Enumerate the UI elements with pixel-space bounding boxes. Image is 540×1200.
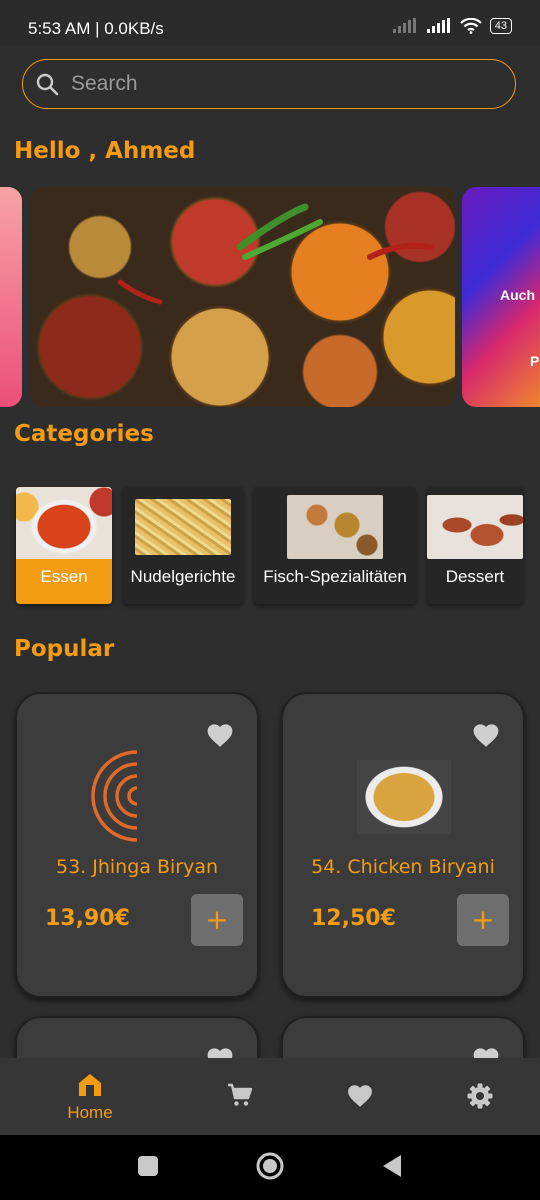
wifi-icon bbox=[459, 18, 482, 34]
heart-icon[interactable] bbox=[205, 722, 235, 748]
signal-icon bbox=[392, 18, 416, 33]
status-icons: 43 bbox=[392, 18, 512, 34]
greeting: Hello , Ahmed bbox=[14, 138, 196, 164]
signal-icon bbox=[426, 18, 450, 33]
nav-favorites[interactable] bbox=[320, 1083, 400, 1112]
status-time: 5:53 AM | 0.0KB/s bbox=[28, 19, 164, 38]
category-image bbox=[427, 495, 523, 559]
product-name: 53. Jhinga Biryan bbox=[55, 856, 219, 878]
category-label: Nudelgerichte bbox=[130, 567, 236, 586]
settings-icon bbox=[467, 1083, 493, 1109]
nav-home[interactable]: Home bbox=[50, 1072, 130, 1123]
system-navigation-bar bbox=[0, 1135, 540, 1200]
heart-icon bbox=[348, 1085, 372, 1107]
home-button-icon[interactable] bbox=[255, 1151, 285, 1181]
chili-icon bbox=[117, 203, 433, 305]
product-card[interactable]: 54. Chicken Biryani 12,50€ + bbox=[281, 692, 525, 998]
banner-slide-previous[interactable] bbox=[0, 187, 22, 407]
bottom-navigation: Home bbox=[0, 1058, 540, 1135]
add-to-cart-button[interactable]: + bbox=[457, 894, 509, 946]
banner-next-text: P bbox=[530, 353, 540, 369]
battery-icon: 43 bbox=[489, 18, 512, 34]
heart-icon[interactable] bbox=[471, 722, 501, 748]
category-image bbox=[287, 495, 383, 559]
banner-next-text: Auch bbox=[500, 287, 535, 303]
categories-title: Categories bbox=[14, 421, 154, 447]
product-price: 13,90€ bbox=[45, 906, 130, 931]
category-label: Essen bbox=[40, 567, 88, 586]
product-name: 54. Chicken Biryani bbox=[311, 856, 495, 878]
product-price: 12,50€ bbox=[311, 906, 396, 931]
loading-spinner-icon bbox=[91, 750, 138, 842]
nav-cart[interactable] bbox=[200, 1082, 280, 1112]
banner-slide-next[interactable]: Auch P bbox=[462, 187, 540, 407]
search-bar[interactable] bbox=[22, 59, 516, 109]
nav-home-label: Home bbox=[67, 1103, 113, 1122]
category-image bbox=[16, 487, 112, 559]
search-icon bbox=[36, 73, 59, 96]
category-nudelgerichte[interactable]: Nudelgerichte bbox=[123, 487, 243, 604]
category-fisch-spezialitaeten[interactable]: Fisch-Spezialitäten bbox=[254, 487, 416, 604]
product-card[interactable]: 53. Jhinga Biryan 13,90€ + bbox=[15, 692, 259, 998]
home-icon bbox=[79, 1074, 101, 1096]
category-label: Fisch-Spezialitäten bbox=[263, 567, 407, 586]
recent-apps-icon[interactable] bbox=[137, 1155, 159, 1177]
category-image bbox=[135, 499, 231, 555]
status-bar: 5:53 AM | 0.0KB/s 43 bbox=[0, 0, 540, 46]
search-input[interactable] bbox=[69, 71, 493, 97]
product-image bbox=[357, 760, 451, 834]
category-label: Dessert bbox=[445, 567, 505, 586]
category-essen[interactable]: Essen bbox=[16, 487, 112, 604]
category-dessert[interactable]: Dessert bbox=[427, 487, 523, 604]
banner-slide-current[interactable] bbox=[30, 187, 455, 407]
popular-title: Popular bbox=[14, 636, 115, 662]
add-to-cart-button[interactable]: + bbox=[191, 894, 243, 946]
cart-icon bbox=[228, 1083, 253, 1106]
back-icon[interactable] bbox=[381, 1154, 403, 1178]
nav-settings[interactable] bbox=[440, 1082, 520, 1114]
